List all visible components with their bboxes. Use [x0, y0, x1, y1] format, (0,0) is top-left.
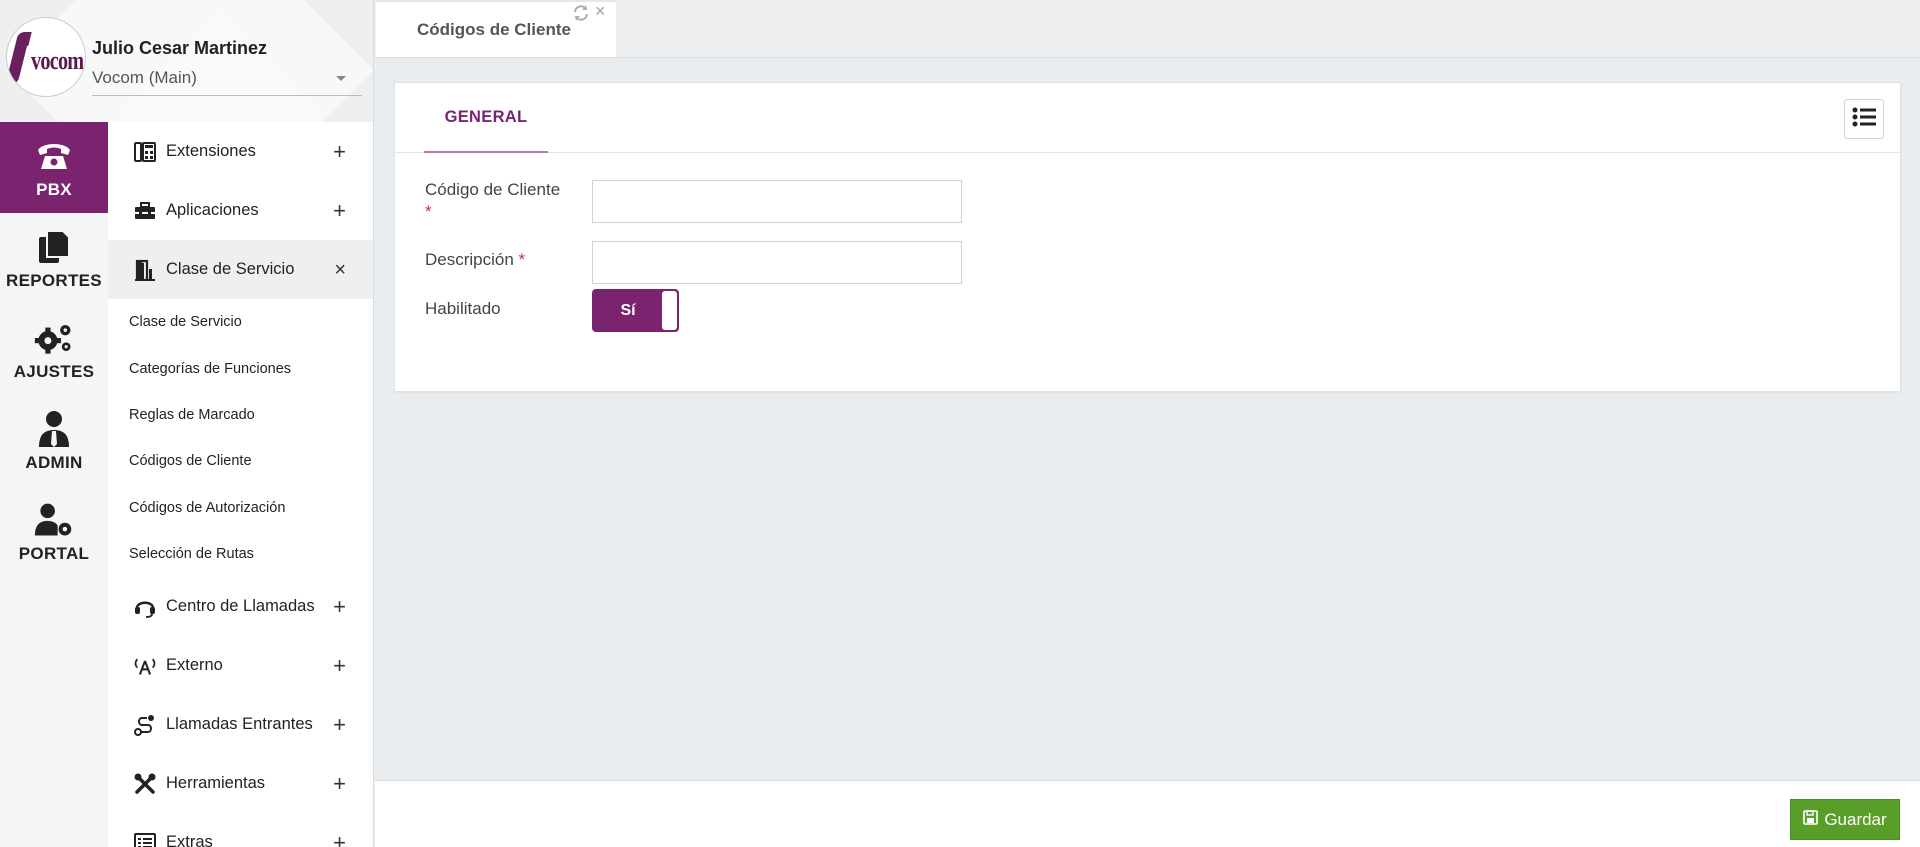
- rail-item-reportes[interactable]: REPORTES: [0, 213, 108, 304]
- tab-general[interactable]: GENERAL: [424, 83, 548, 153]
- documents-icon: [34, 227, 74, 267]
- rail-item-pbx[interactable]: PBX: [0, 122, 108, 213]
- descripcion-input[interactable]: [592, 241, 962, 284]
- expand-icon[interactable]: +: [333, 772, 346, 795]
- habilitado-label: Habilitado: [425, 299, 501, 318]
- door-icon: [134, 259, 156, 281]
- save-button-label: Guardar: [1824, 809, 1887, 829]
- logo-text: vocom: [31, 46, 84, 75]
- menu-group-label: Centro de Llamadas: [166, 597, 315, 616]
- left-column: vocom Julio Cesar Martinez Vocom (Main) …: [0, 0, 374, 847]
- rail-label: ADMIN: [25, 452, 83, 472]
- submenu-reglas-marcado[interactable]: Reglas de Marcado: [108, 392, 373, 438]
- menu-group-extras[interactable]: Extras +: [108, 813, 373, 847]
- submenu-codigos-autorizacion[interactable]: Códigos de Autorización: [108, 485, 373, 531]
- submenu-seleccion-rutas[interactable]: Selección de Rutas: [108, 531, 373, 577]
- user-name: Julio Cesar Martinez: [92, 38, 268, 58]
- menu-group-label: Clase de Servicio: [166, 260, 295, 278]
- expand-icon[interactable]: +: [333, 831, 346, 847]
- rail-item-portal[interactable]: PORTAL: [0, 486, 108, 577]
- toggle-label: Sí: [620, 301, 636, 319]
- menu-group-extensiones[interactable]: Extensiones +: [108, 122, 373, 181]
- submenu-categorias-funciones[interactable]: Categorías de Funciones: [108, 345, 373, 391]
- tab-codigos-cliente[interactable]: Códigos de Cliente ×: [376, 0, 616, 57]
- submenu-codigos-cliente[interactable]: Códigos de Cliente: [108, 438, 373, 484]
- codigo-label-text: Código de Cliente: [425, 180, 561, 199]
- descripcion-label: Descripción *: [425, 249, 525, 271]
- expand-icon[interactable]: +: [333, 199, 346, 222]
- menu-group-llamadas-entrantes[interactable]: Llamadas Entrantes +: [108, 695, 373, 754]
- card-tab-bar: GENERAL: [395, 83, 1900, 153]
- required-mark: *: [518, 250, 526, 269]
- descripcion-label-text: Descripción: [425, 250, 514, 269]
- menu-group-label: Llamadas Entrantes: [166, 715, 313, 734]
- tools-icon: [134, 773, 156, 795]
- route-icon: [134, 714, 156, 737]
- fax-icon: [134, 141, 156, 163]
- tenant-select[interactable]: Vocom (Main): [92, 68, 362, 96]
- expand-icon[interactable]: +: [333, 595, 346, 618]
- headset-icon: [134, 596, 156, 619]
- form-card: GENERAL Código de Cliente * Descripción …: [394, 82, 1901, 392]
- rail-label: AJUSTES: [13, 361, 95, 381]
- tenant-select-value: Vocom (Main): [92, 68, 197, 87]
- user-tie-icon: [34, 409, 74, 449]
- user-gear-icon: [34, 500, 74, 540]
- pbx-menu: Extensiones + Aplicaciones + Clase de Se…: [108, 122, 373, 847]
- antenna-icon: [134, 655, 156, 677]
- list-alt-icon: [134, 832, 156, 847]
- codigo-label: Código de Cliente *: [425, 179, 560, 223]
- menu-group-label: Extensiones: [166, 142, 256, 160]
- menu-group-aplicaciones[interactable]: Aplicaciones +: [108, 181, 373, 240]
- gears-icon: [34, 318, 74, 358]
- footer-bar: Guardar: [375, 780, 1920, 847]
- menu-group-externo[interactable]: Externo +: [108, 636, 373, 695]
- list-icon: [1852, 107, 1876, 132]
- refresh-icon[interactable]: [572, 4, 590, 22]
- rail-item-ajustes[interactable]: AJUSTES: [0, 304, 108, 395]
- menu-group-label: Herramientas: [166, 774, 266, 793]
- rail-label: REPORTES: [6, 270, 102, 290]
- codigo-input[interactable]: [592, 180, 962, 223]
- tab-bar: Códigos de Cliente ×: [375, 0, 1920, 58]
- close-icon[interactable]: ×: [595, 2, 606, 20]
- main-area: Códigos de Cliente × GENERAL Código de C…: [375, 0, 1920, 847]
- menu-group-label: Aplicaciones: [166, 201, 259, 219]
- list-view-button[interactable]: [1844, 99, 1884, 139]
- toggle-knob: [662, 291, 677, 330]
- tab-title: Códigos de Cliente: [417, 20, 571, 39]
- menu-group-clase-servicio[interactable]: Clase de Servicio ×: [108, 240, 373, 299]
- expand-icon[interactable]: +: [333, 140, 346, 163]
- menu-group-centro-llamadas[interactable]: Centro de Llamadas +: [108, 577, 373, 636]
- phone-icon: [34, 136, 74, 176]
- caret-down-icon: [336, 76, 346, 81]
- save-button[interactable]: Guardar: [1790, 799, 1900, 840]
- required-mark: *: [425, 202, 432, 221]
- menu-group-label: Externo: [166, 656, 223, 675]
- submenu-clase-de-servicio[interactable]: Clase de Servicio: [108, 299, 373, 345]
- rail-item-admin[interactable]: ADMIN: [0, 395, 108, 486]
- rail-label: PORTAL: [18, 543, 90, 563]
- collapse-icon[interactable]: ×: [334, 260, 346, 280]
- expand-icon[interactable]: +: [333, 713, 346, 736]
- menu-group-herramientas[interactable]: Herramientas +: [108, 754, 373, 813]
- menu-group-label: Extras: [166, 833, 213, 847]
- toolbox-icon: [134, 200, 156, 222]
- company-logo: vocom: [6, 17, 86, 97]
- save-icon: [1803, 809, 1819, 830]
- user-header: vocom Julio Cesar Martinez Vocom (Main): [0, 0, 373, 122]
- habilitado-toggle[interactable]: Sí: [592, 289, 679, 332]
- module-rail: PBX REPORTES AJUSTES ADMIN PORTAL: [0, 122, 108, 847]
- rail-label: PBX: [36, 179, 72, 199]
- expand-icon[interactable]: +: [333, 654, 346, 677]
